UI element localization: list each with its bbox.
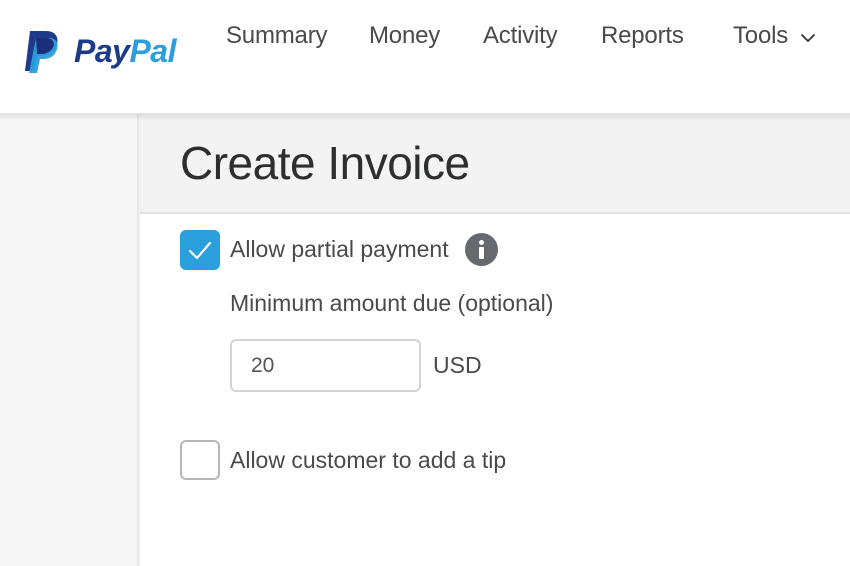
nav-item-reports[interactable]: Reports [601,22,684,50]
paypal-p-icon [24,29,60,73]
wordmark-pal: Pal [129,33,176,69]
allow-tip-label[interactable]: Allow customer to add a tip [230,447,506,474]
currency-label: USD [433,352,482,378]
invoice-options-form: Allow partial payment Minimum amount due… [140,214,850,566]
checkmark-icon [188,241,212,260]
info-icon-dot [479,240,484,245]
top-navigation-bar: PayPal Summary Money Activity Reports To… [0,0,850,114]
nav-item-money[interactable]: Money [369,22,440,50]
nav-item-tools-label: Tools [733,22,789,49]
minimum-amount-label: Minimum amount due (optional) [230,290,554,316]
nav-item-tools[interactable]: Tools [733,22,816,50]
nav-item-activity[interactable]: Activity [483,22,558,50]
chevron-down-icon [800,22,816,50]
wordmark-pay: Pay [74,33,130,69]
paypal-logo[interactable]: PayPal [24,28,176,74]
page-title: Create Invoice [180,137,470,189]
nav-item-summary[interactable]: Summary [226,22,327,50]
minimum-amount-input[interactable] [230,339,421,392]
info-icon[interactable] [465,233,498,266]
page-header: Create Invoice [140,114,850,213]
topbar-shadow [0,113,850,121]
allow-partial-payment-checkbox[interactable] [180,230,220,270]
allow-partial-payment-label[interactable]: Allow partial payment [230,236,449,263]
left-sidebar [0,114,138,566]
paypal-wordmark: PayPal [74,35,176,67]
info-icon-bar [479,247,484,259]
allow-tip-checkbox[interactable] [180,440,220,480]
